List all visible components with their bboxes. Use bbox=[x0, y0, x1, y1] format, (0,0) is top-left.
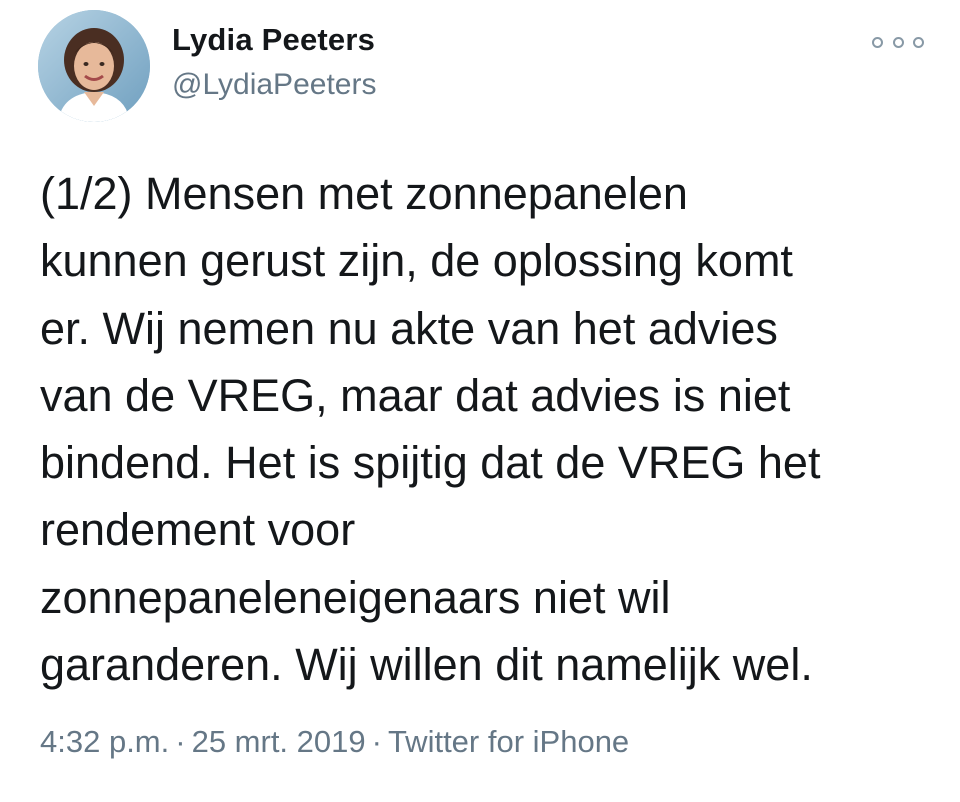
tweet-text-line: er. Wij nemen nu akte van het advies bbox=[40, 302, 778, 354]
more-options-icon bbox=[892, 36, 904, 48]
meta-separator: · bbox=[371, 724, 382, 759]
more-options-icon bbox=[913, 36, 924, 48]
tweet-text-line: van de VREG, maar dat advies is niet bbox=[40, 369, 791, 421]
author-handle[interactable]: @LydiaPeeters bbox=[172, 68, 376, 102]
tweet-text-line: kunnen gerust zijn, de oplossing komt bbox=[40, 235, 793, 287]
more-options-icon bbox=[872, 36, 883, 48]
tweet-text-line: rendement voor bbox=[40, 504, 356, 556]
tweet-date[interactable]: 25 mrt. 2019 bbox=[192, 724, 366, 759]
tweet-source[interactable]: Twitter for iPhone bbox=[388, 724, 629, 759]
tweet-text-line: (1/2) Mensen met zonnepanelen bbox=[40, 168, 688, 219]
tweet-meta: 4:32 p.m. · 25 mrt. 2019 · Twitter for iPhon… bbox=[40, 724, 629, 760]
avatar[interactable] bbox=[38, 10, 150, 122]
tweet-text-line: bindend. Het is spijtig dat de VREG het bbox=[40, 437, 821, 489]
tweet-card: Lydia Peeters @LydiaPeeters (1/2) Mensen… bbox=[0, 0, 960, 802]
tweet-time[interactable]: 4:32 p.m. bbox=[40, 724, 169, 759]
tweet-text-line: zonnepaneleneigenaars niet wil bbox=[40, 571, 671, 623]
tweet-text-line: garanderen. Wij willen dit namelijk wel. bbox=[40, 639, 813, 691]
tweet-text: (1/2) Mensen met zonnepanelen kunnen ger… bbox=[40, 160, 940, 698]
more-options-button[interactable] bbox=[872, 30, 924, 54]
meta-separator: · bbox=[175, 724, 186, 759]
author-display-name[interactable]: Lydia Peeters bbox=[172, 22, 375, 58]
profile-photo bbox=[38, 10, 150, 122]
